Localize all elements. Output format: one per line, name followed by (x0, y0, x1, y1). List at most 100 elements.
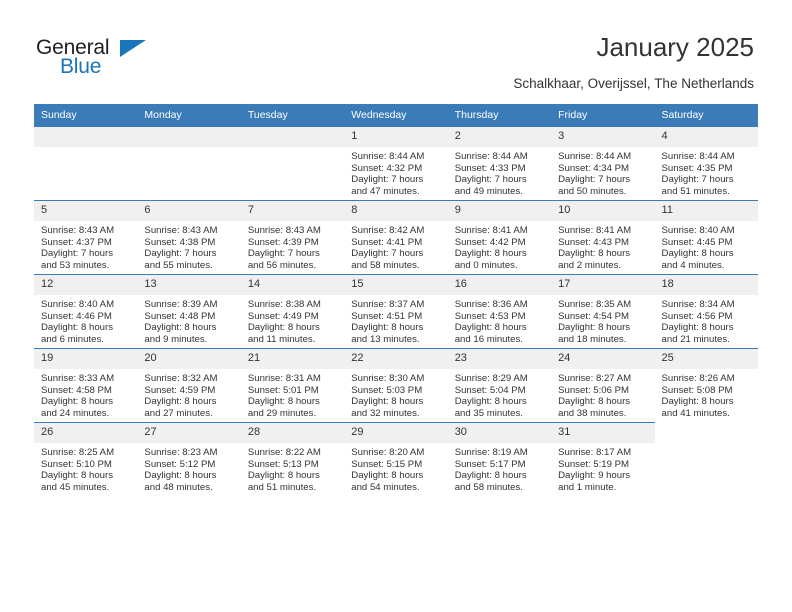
day-detail-line: Daylight: 8 hours (351, 396, 424, 408)
day-number (137, 127, 241, 147)
calendar-day-cell[interactable]: 6 Sunrise: 8:43 AM Sunset: 4:38 PM Daylight… (137, 200, 241, 275)
day-detail-line: Sunrise: 8:34 AM (661, 299, 735, 310)
day-detail-line: Sunset: 4:35 PM (661, 162, 733, 174)
day-detail-line: Sunset: 4:34 PM (558, 162, 630, 174)
calendar-day-cell[interactable]: 2 Sunrise: 8:44 AM Sunset: 4:33 PM Daylight… (447, 126, 552, 201)
day-detail-line: and 18 minutes. (558, 333, 627, 345)
day-number: 16 (447, 275, 552, 295)
day-detail-line: Daylight: 8 hours (454, 470, 527, 482)
calendar-day-cell[interactable]: 24 Sunrise: 8:27 AM Sunset: 5:06 PM Dayligh… (551, 348, 655, 423)
day-detail-line: and 9 minutes. (144, 333, 208, 345)
calendar-day-cell[interactable]: 25 Sunrise: 8:26 AM Sunset: 5:08 PM Dayligh… (654, 348, 758, 423)
day-detail-line: Sunrise: 8:41 AM (454, 225, 528, 236)
day-detail-line: Sunset: 5:01 PM (247, 384, 319, 396)
day-detail-line: Daylight: 8 hours (558, 248, 631, 260)
day-number: 24 (551, 349, 655, 369)
day-detail-line: Sunset: 4:37 PM (41, 236, 112, 248)
day-detail-line: Sunset: 4:56 PM (661, 310, 733, 322)
day-detail-line: and 1 minute. (558, 481, 617, 493)
day-number: 5 (34, 201, 138, 221)
calendar-day-cell[interactable]: 13 Sunrise: 8:39 AM Sunset: 4:48 PM Dayligh… (137, 274, 241, 349)
day-detail-line: Sunrise: 8:33 AM (41, 373, 115, 384)
calendar-day-cell[interactable]: 4 Sunrise: 8:44 AM Sunset: 4:35 PM Daylight… (654, 126, 758, 201)
calendar-day-cell[interactable]: 16 Sunrise: 8:36 AM Sunset: 4:53 PM Dayligh… (447, 274, 552, 349)
day-details: Sunrise: 8:40 AM Sunset: 4:46 PM Daylight:… (34, 295, 137, 345)
calendar-day-cell[interactable]: 18 Sunrise: 8:34 AM Sunset: 4:56 PM Dayligh… (654, 274, 758, 349)
day-detail-line: Sunrise: 8:43 AM (144, 225, 218, 236)
day-detail-line: Daylight: 7 hours (558, 174, 631, 186)
calendar-day-cell[interactable]: 30 Sunrise: 8:19 AM Sunset: 5:17 PM Dayligh… (447, 422, 552, 496)
day-detail-line: and 32 minutes. (351, 407, 420, 419)
day-details: Sunrise: 8:25 AM Sunset: 5:10 PM Daylight:… (34, 443, 137, 493)
calendar-day-cell[interactable]: 15 Sunrise: 8:37 AM Sunset: 4:51 PM Dayligh… (344, 274, 448, 349)
day-details: Sunrise: 8:44 AM Sunset: 4:34 PM Daylight:… (551, 147, 654, 197)
day-details: Sunrise: 8:33 AM Sunset: 4:58 PM Daylight:… (34, 369, 137, 419)
day-number: 22 (344, 349, 448, 369)
calendar-day-cell[interactable]: 22 Sunrise: 8:30 AM Sunset: 5:03 PM Dayligh… (344, 348, 448, 423)
day-detail-line: and 13 minutes. (351, 333, 420, 345)
day-detail-line: Daylight: 8 hours (454, 396, 527, 408)
page-subtitle: Schalkhaar, Overijssel, The Netherlands (513, 76, 754, 91)
calendar-day-cell[interactable]: 31 Sunrise: 8:17 AM Sunset: 5:19 PM Dayligh… (551, 422, 655, 496)
day-details: Sunrise: 8:39 AM Sunset: 4:48 PM Daylight:… (137, 295, 240, 345)
calendar-day-cell[interactable]: 23 Sunrise: 8:29 AM Sunset: 5:04 PM Dayligh… (447, 348, 552, 423)
page-header: General Blue January 2025 Schalkhaar, Ov… (0, 0, 792, 104)
calendar-day-cell[interactable]: 7 Sunrise: 8:43 AM Sunset: 4:39 PM Daylight… (240, 200, 345, 275)
day-detail-line: Sunset: 4:32 PM (351, 162, 423, 174)
calendar-day-cell[interactable]: 20 Sunrise: 8:32 AM Sunset: 4:59 PM Dayligh… (137, 348, 241, 423)
calendar-day-cell[interactable]: 19 Sunrise: 8:33 AM Sunset: 4:58 PM Dayligh… (34, 348, 138, 423)
day-detail-line: Daylight: 8 hours (661, 248, 734, 260)
day-details: Sunrise: 8:44 AM Sunset: 4:35 PM Daylight:… (655, 147, 758, 197)
day-details: Sunrise: 8:20 AM Sunset: 5:15 PM Daylight:… (344, 443, 447, 493)
day-detail-line: Sunrise: 8:43 AM (247, 225, 321, 236)
calendar-day-cell[interactable]: 3 Sunrise: 8:44 AM Sunset: 4:34 PM Daylight… (551, 126, 655, 201)
weekday-header-monday: Monday (137, 104, 241, 127)
day-number: 25 (654, 349, 758, 369)
weekday-header-saturday: Saturday (654, 104, 758, 127)
calendar-day-cell[interactable]: 5 Sunrise: 8:43 AM Sunset: 4:37 PM Daylight… (34, 200, 138, 275)
day-detail-line: Daylight: 8 hours (454, 248, 527, 260)
calendar-week-row: 5 Sunrise: 8:43 AM Sunset: 4:37 PM Daylight… (34, 200, 758, 275)
day-detail-line: Sunset: 4:53 PM (454, 310, 526, 322)
calendar-day-cell[interactable]: 27 Sunrise: 8:23 AM Sunset: 5:12 PM Dayligh… (137, 422, 241, 496)
calendar-day-cell[interactable]: 17 Sunrise: 8:35 AM Sunset: 4:54 PM Dayligh… (551, 274, 655, 349)
day-number: 4 (654, 127, 758, 147)
day-details: Sunrise: 8:27 AM Sunset: 5:06 PM Daylight:… (551, 369, 654, 419)
calendar-week-row: 1 Sunrise: 8:44 AM Sunset: 4:32 PM Daylight… (34, 126, 758, 201)
calendar-day-cell[interactable]: 28 Sunrise: 8:22 AM Sunset: 5:13 PM Dayligh… (240, 422, 345, 496)
day-detail-line: Sunset: 4:59 PM (144, 384, 216, 396)
day-detail-line: and 58 minutes. (454, 481, 523, 493)
weekday-header-friday: Friday (551, 104, 655, 127)
calendar-day-cell[interactable]: 14 Sunrise: 8:38 AM Sunset: 4:49 PM Dayligh… (240, 274, 345, 349)
day-detail-line: Daylight: 8 hours (247, 396, 320, 408)
day-number: 13 (137, 275, 241, 295)
calendar-day-cell[interactable]: 21 Sunrise: 8:31 AM Sunset: 5:01 PM Dayligh… (240, 348, 345, 423)
day-detail-line: Sunset: 4:58 PM (41, 384, 112, 396)
calendar-day-cell[interactable]: 1 Sunrise: 8:44 AM Sunset: 4:32 PM Daylight… (344, 126, 448, 201)
day-detail-line: and 56 minutes. (247, 259, 317, 271)
day-number (240, 127, 345, 147)
day-details: Sunrise: 8:41 AM Sunset: 4:43 PM Daylight:… (551, 221, 654, 271)
calendar-week-row: 19 Sunrise: 8:33 AM Sunset: 4:58 PM Dayligh… (34, 348, 758, 423)
day-detail-line: Sunrise: 8:40 AM (661, 225, 735, 236)
day-details: Sunrise: 8:26 AM Sunset: 5:08 PM Daylight:… (655, 369, 758, 419)
brand-logo[interactable]: General Blue (36, 36, 156, 82)
calendar-day-cell[interactable]: 9 Sunrise: 8:41 AM Sunset: 4:42 PM Daylight… (447, 200, 552, 275)
day-details: Sunrise: 8:38 AM Sunset: 4:49 PM Daylight:… (241, 295, 344, 345)
day-number: 18 (654, 275, 758, 295)
calendar-day-cell[interactable]: 8 Sunrise: 8:42 AM Sunset: 4:41 PM Daylight… (344, 200, 448, 275)
day-detail-line: and 4 minutes. (661, 259, 725, 271)
day-detail-line: Sunrise: 8:20 AM (351, 447, 425, 458)
day-number: 3 (551, 127, 655, 147)
day-number: 31 (551, 423, 655, 443)
day-detail-line: Sunrise: 8:36 AM (454, 299, 528, 310)
calendar-day-cell[interactable]: 26 Sunrise: 8:25 AM Sunset: 5:10 PM Dayligh… (34, 422, 138, 496)
day-details: Sunrise: 8:43 AM Sunset: 4:38 PM Daylight:… (137, 221, 240, 271)
day-detail-line: Sunset: 5:08 PM (661, 384, 733, 396)
day-detail-line: Sunrise: 8:44 AM (351, 151, 425, 162)
day-number (34, 127, 138, 147)
calendar-day-cell[interactable]: 12 Sunrise: 8:40 AM Sunset: 4:46 PM Dayligh… (34, 274, 138, 349)
calendar-day-cell[interactable]: 10 Sunrise: 8:41 AM Sunset: 4:43 PM Dayligh… (551, 200, 655, 275)
calendar-day-cell[interactable]: 29 Sunrise: 8:20 AM Sunset: 5:15 PM Dayligh… (344, 422, 448, 496)
calendar-day-cell[interactable]: 11 Sunrise: 8:40 AM Sunset: 4:45 PM Dayligh… (654, 200, 758, 275)
